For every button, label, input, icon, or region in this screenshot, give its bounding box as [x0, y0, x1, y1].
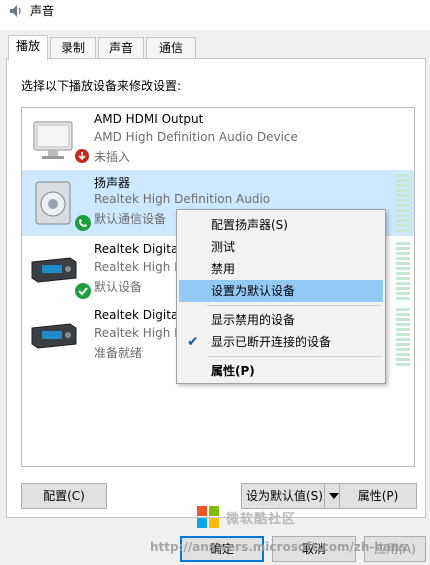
- device-name: AMD HDMI Output: [94, 112, 204, 126]
- device-status: 默认通信设备: [94, 212, 167, 226]
- cancel-button[interactable]: 取消: [272, 536, 356, 562]
- windows-logo-icon: [197, 506, 219, 528]
- list-item[interactable]: AMD HDMI Output AMD High Definition Audi…: [22, 108, 414, 174]
- device-status: 未插入: [94, 150, 131, 164]
- configure-button[interactable]: 配置(C): [21, 483, 107, 509]
- context-menu: 配置扬声器(S) 测试 禁用 设置为默认设备 显示禁用的设备 ✔ 显示已断开连接…: [176, 209, 386, 384]
- instruction-text: 选择以下播放设备来修改设置:: [21, 79, 182, 93]
- menu-item-test[interactable]: 测试: [179, 236, 383, 258]
- menu-separator: [207, 356, 381, 357]
- monitor-icon: [33, 121, 73, 159]
- default-check-badge-icon: [75, 283, 91, 299]
- tab-sounds[interactable]: 声音: [98, 37, 144, 59]
- unplugged-badge-icon: [75, 149, 89, 163]
- digital-receiver-icon: [31, 323, 77, 349]
- menu-separator: [207, 305, 381, 306]
- menu-item-label: 显示已断开连接的设备: [211, 335, 332, 349]
- device-name: Realtek Digital: [94, 308, 182, 322]
- volume-meter: [396, 174, 410, 232]
- menu-item-show-disabled[interactable]: 显示禁用的设备: [179, 309, 383, 331]
- device-status: 准备就绪: [94, 346, 143, 360]
- window-title: 声音: [30, 4, 55, 18]
- digital-receiver-icon: [31, 257, 77, 283]
- device-status: 默认设备: [94, 280, 143, 294]
- properties-button[interactable]: 属性(P): [339, 483, 417, 509]
- menu-item-disable[interactable]: 禁用: [179, 258, 383, 280]
- volume-meter: [396, 308, 410, 366]
- apply-button[interactable]: 应用(A): [364, 536, 426, 562]
- tab-recording[interactable]: 录制: [50, 37, 96, 59]
- speaker-icon: [10, 5, 21, 17]
- menu-item-configure-speakers[interactable]: 配置扬声器(S): [179, 214, 383, 236]
- watermark-text: 微软酷社区: [226, 512, 297, 527]
- device-name: Realtek Digital: [94, 242, 182, 256]
- speaker-icon: [35, 181, 71, 225]
- checkmark-icon: ✔: [187, 334, 199, 350]
- phone-badge-icon: [75, 215, 91, 231]
- device-description: Realtek High D: [94, 260, 184, 274]
- device-description: Realtek High D: [94, 326, 184, 340]
- device-description: Realtek High Definition Audio: [94, 192, 271, 206]
- device-description: AMD High Definition Audio Device: [94, 130, 298, 144]
- set-default-split-button[interactable]: 设为默认值(S): [241, 483, 343, 509]
- set-default-label: 设为默认值(S): [246, 489, 323, 503]
- menu-item-show-disconnected[interactable]: ✔ 显示已断开连接的设备: [179, 331, 383, 353]
- menu-item-set-default[interactable]: 设置为默认设备: [179, 280, 383, 302]
- volume-meter: [396, 242, 410, 300]
- tab-communications[interactable]: 通信: [146, 37, 196, 59]
- tab-playback[interactable]: 播放: [8, 35, 48, 60]
- ok-button[interactable]: 确定: [180, 536, 264, 562]
- tab-bar: 播放 录制 声音 通信: [0, 35, 430, 60]
- device-name: 扬声器: [94, 176, 131, 190]
- menu-item-properties[interactable]: 属性(P): [179, 360, 383, 382]
- title-bar: 声音: [0, 0, 430, 30]
